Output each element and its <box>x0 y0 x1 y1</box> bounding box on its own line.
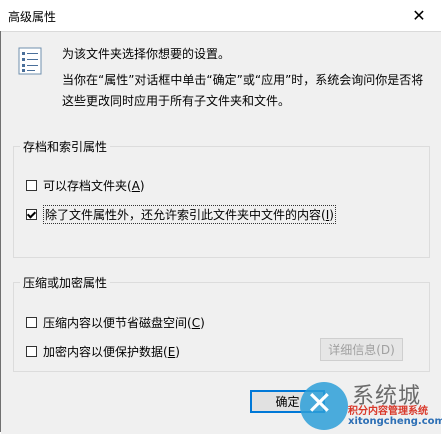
archive-checkbox-row[interactable]: 可以存档文件夹 (A) <box>26 177 145 194</box>
watermark-subtitle: 积分内容管理系统 <box>348 406 428 417</box>
archive-index-legend: 存档和索引属性 <box>20 138 111 155</box>
encrypt-checkbox-row[interactable]: 加密内容以便保护数据 (E) <box>26 343 180 360</box>
archive-checkbox[interactable] <box>26 180 37 191</box>
intro-text: 为该文件夹选择你想要的设置。 <box>62 47 231 61</box>
archive-accel-key: A <box>131 178 140 193</box>
compress-accel-key: C <box>191 315 201 330</box>
compress-encrypt-legend: 压缩或加密属性 <box>20 274 111 291</box>
site-watermark: ✕ 系统城 积分内容管理系统 xitongcheng.com <box>290 378 442 434</box>
compress-checkbox-row[interactable]: 压缩内容以便节省磁盘空间 (C) <box>26 314 205 331</box>
title-bar[interactable]: 高级属性 ✕ <box>0 0 442 31</box>
archive-checkbox-label: 可以存档文件夹 <box>43 179 128 193</box>
index-accel-key: I <box>325 208 330 222</box>
encrypt-accel-key: E <box>167 344 176 359</box>
close-button[interactable]: ✕ <box>396 0 442 31</box>
archive-index-group: 存档和索引属性 可以存档文件夹 (A) 除了文件属性外，还允许索引此文件夹中文件的… <box>13 138 430 258</box>
details-button[interactable]: 详细信息(D) <box>320 338 403 361</box>
index-checkbox[interactable] <box>26 209 37 220</box>
index-checkbox-row[interactable]: 除了文件属性外，还允许索引此文件夹中文件的内容(I) <box>26 205 336 224</box>
description-text: 当你在“属性”对话框中单击“确定”或“应用”时，系统会询问你是否将这些更改同时应… <box>62 73 424 108</box>
index-focus-label: 除了文件属性外，还允许索引此文件夹中文件的内容(I) <box>43 205 336 224</box>
close-icon: ✕ <box>412 6 426 25</box>
watermark-url: xitongcheng.com <box>348 416 442 427</box>
compress-checkbox[interactable] <box>26 317 37 328</box>
compress-checkbox-label: 压缩内容以便节省磁盘空间 <box>43 316 188 330</box>
encrypt-checkbox-label: 加密内容以便保护数据 <box>43 345 164 359</box>
properties-list-icon <box>18 47 42 75</box>
encrypt-checkbox[interactable] <box>26 346 37 357</box>
window-title: 高级属性 <box>8 10 57 24</box>
index-checkbox-label: 除了文件属性外，还允许索引此文件夹中文件的内容 <box>45 208 322 222</box>
